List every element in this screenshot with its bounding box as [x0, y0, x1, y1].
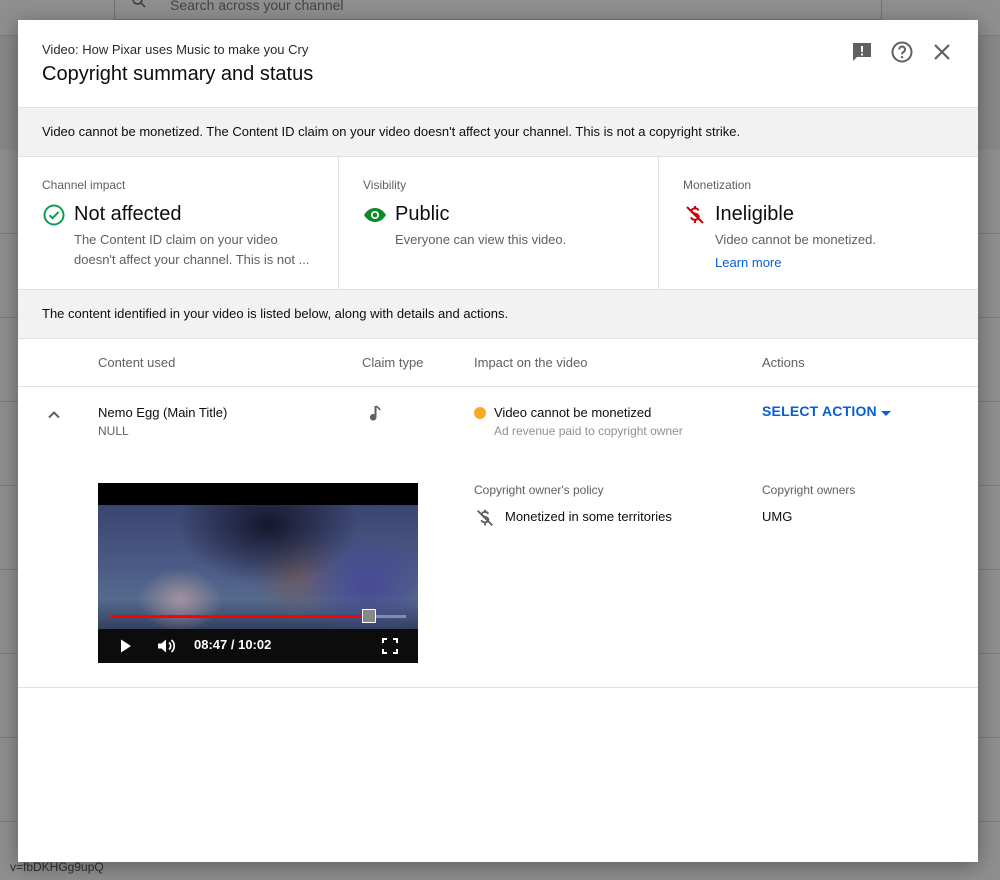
- content-subtitle: NULL: [98, 424, 129, 438]
- close-icon[interactable]: [930, 40, 954, 64]
- impact-subtitle: Ad revenue paid to copyright owner: [494, 424, 683, 438]
- status-dot-icon: [474, 407, 486, 419]
- policy-value: Monetized in some territories: [505, 509, 672, 524]
- video-player[interactable]: 08:47 / 10:02: [98, 483, 418, 663]
- time-readout: 08:47 / 10:02: [194, 637, 272, 652]
- background-search-placeholder: Search across your channel: [170, 0, 344, 13]
- card-label: Monetization: [683, 178, 752, 192]
- eye-icon: [363, 203, 387, 227]
- music-note-icon: [362, 403, 386, 427]
- policy-label: Copyright owner's policy: [474, 483, 604, 497]
- play-icon[interactable]: [116, 636, 136, 656]
- card-description: The Content ID claim on your video doesn…: [74, 232, 310, 267]
- player-controls: 08:47 / 10:02: [98, 629, 418, 663]
- learn-more-link[interactable]: Learn more: [715, 255, 781, 270]
- table-row: Nemo Egg (Main Title) NULL Video cannot …: [18, 387, 978, 688]
- dollar-off-icon: [683, 203, 707, 227]
- scrubber-handle[interactable]: [362, 609, 376, 623]
- dialog-title: Copyright summary and status: [42, 63, 314, 85]
- status-notice: Video cannot be monetized. The Content I…: [18, 108, 978, 157]
- monetization-card: Monetization Ineligible Video cannot be …: [658, 157, 978, 289]
- column-header-impact: Impact on the video: [474, 355, 588, 370]
- card-label: Visibility: [363, 178, 407, 192]
- visibility-card: Visibility Public Everyone can view this…: [338, 157, 658, 289]
- owners-label: Copyright owners: [762, 483, 856, 497]
- caret-down-icon[interactable]: [874, 403, 898, 423]
- impact-title: Video cannot be monetized: [494, 405, 652, 420]
- card-value: Public: [395, 203, 450, 225]
- video-subtitle: Video: How Pixar uses Music to make you …: [42, 42, 309, 57]
- card-label: Channel impact: [42, 178, 126, 192]
- dollar-off-icon: [474, 507, 496, 529]
- column-header-actions: Actions: [762, 355, 805, 370]
- content-title: Nemo Egg (Main Title): [98, 405, 228, 420]
- background-footer-text: v=fbDKHGg9upQ: [10, 860, 104, 874]
- progress-fill: [110, 615, 369, 618]
- card-value: Not affected: [74, 203, 182, 225]
- volume-icon[interactable]: [156, 636, 176, 656]
- card-value: Ineligible: [715, 203, 794, 225]
- table-header: Content used Claim type Impact on the vi…: [18, 339, 978, 387]
- help-icon[interactable]: [890, 40, 914, 64]
- impact-cards: Channel impact Not affected The Content …: [18, 157, 978, 290]
- card-description: Everyone can view this video.: [395, 232, 567, 247]
- feedback-icon[interactable]: [850, 40, 874, 64]
- dialog-header: Video: How Pixar uses Music to make you …: [18, 20, 978, 108]
- channel-impact-card: Channel impact Not affected The Content …: [18, 157, 338, 289]
- content-notice: The content identified in your video is …: [18, 290, 978, 339]
- column-header-claim-type: Claim type: [362, 355, 424, 370]
- copyright-dialog: Video: How Pixar uses Music to make you …: [18, 20, 978, 862]
- owners-value: UMG: [762, 509, 793, 524]
- search-icon: [130, 0, 148, 10]
- check-circle-icon: [42, 203, 66, 227]
- card-description: Video cannot be monetized.: [715, 232, 876, 247]
- chevron-up-icon[interactable]: [42, 403, 66, 427]
- column-header-content: Content used: [98, 355, 176, 370]
- select-action-button[interactable]: SELECT ACTION: [762, 403, 877, 423]
- fullscreen-icon[interactable]: [380, 636, 400, 656]
